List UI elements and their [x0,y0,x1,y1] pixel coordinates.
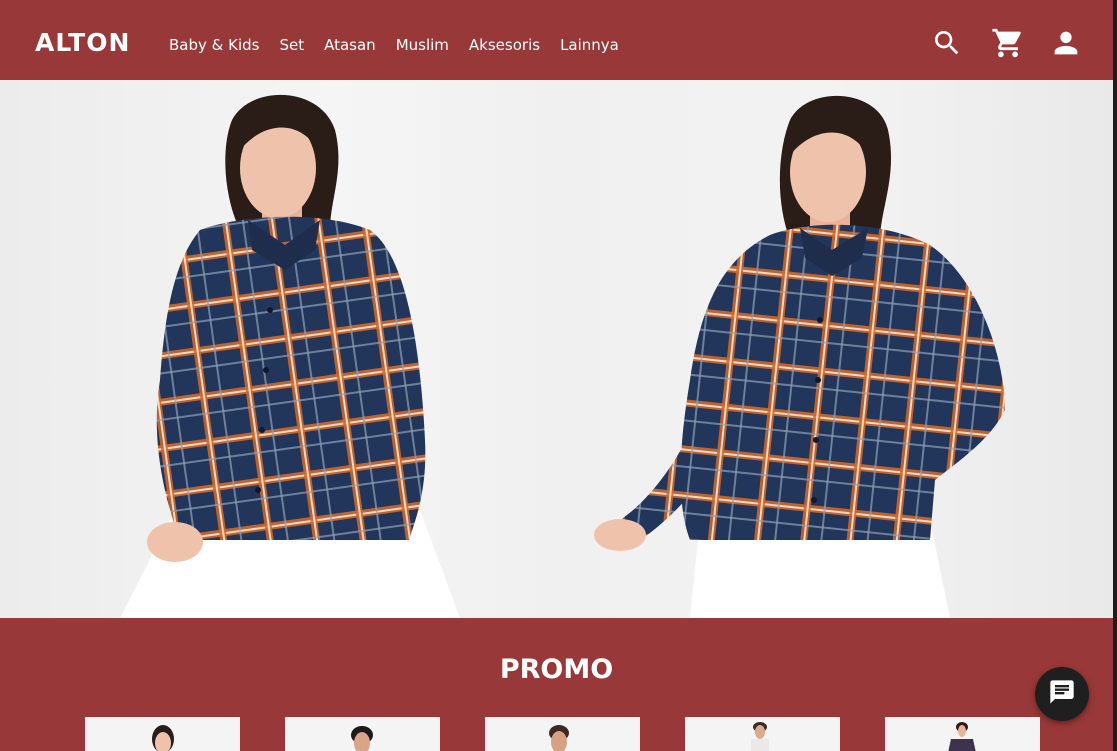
promo-card[interactable] [85,717,240,751]
nav-item-aksesoris[interactable]: Aksesoris [469,35,540,55]
account-button[interactable] [1048,25,1084,61]
main-nav: Baby & Kids Set Atasan Muslim Aksesoris … [169,35,639,55]
nav-item-set[interactable]: Set [279,35,304,55]
promo-card[interactable] [685,717,840,751]
browser-right-edge [1113,0,1117,751]
promo-card[interactable] [285,717,440,751]
promo-card-image [948,722,976,751]
promo-title: PROMO [499,654,614,685]
chat-icon [1048,678,1076,711]
promo-card-image [751,722,769,751]
site-header: ALTON Baby & Kids Set Atasan Muslim Akse… [0,5,1113,80]
hero-banner[interactable] [0,80,1113,618]
promo-carousel [85,717,1040,751]
nav-item-atasan[interactable]: Atasan [324,35,376,55]
nav-item-baby-kids[interactable]: Baby & Kids [169,35,259,55]
search-icon [931,27,963,59]
promo-card-image [549,725,569,751]
hero-image [120,94,1005,618]
nav-item-lainnya[interactable]: Lainnya [560,35,619,55]
account-icon [1049,26,1083,60]
search-button[interactable] [929,25,965,61]
brand-logo[interactable]: ALTON [35,29,130,57]
promo-card[interactable] [485,717,640,751]
page: ALTON Baby & Kids Set Atasan Muslim Akse… [0,0,1113,751]
nav-item-muslim[interactable]: Muslim [396,35,449,55]
hero-model-right [594,95,1005,618]
promo-card-image [152,725,174,751]
cart-icon [991,26,1025,60]
promo-card[interactable] [885,717,1040,751]
promo-card-image [351,726,373,751]
cart-button[interactable] [990,25,1026,61]
hero-model-left [120,94,460,618]
chat-button[interactable] [1035,667,1089,721]
